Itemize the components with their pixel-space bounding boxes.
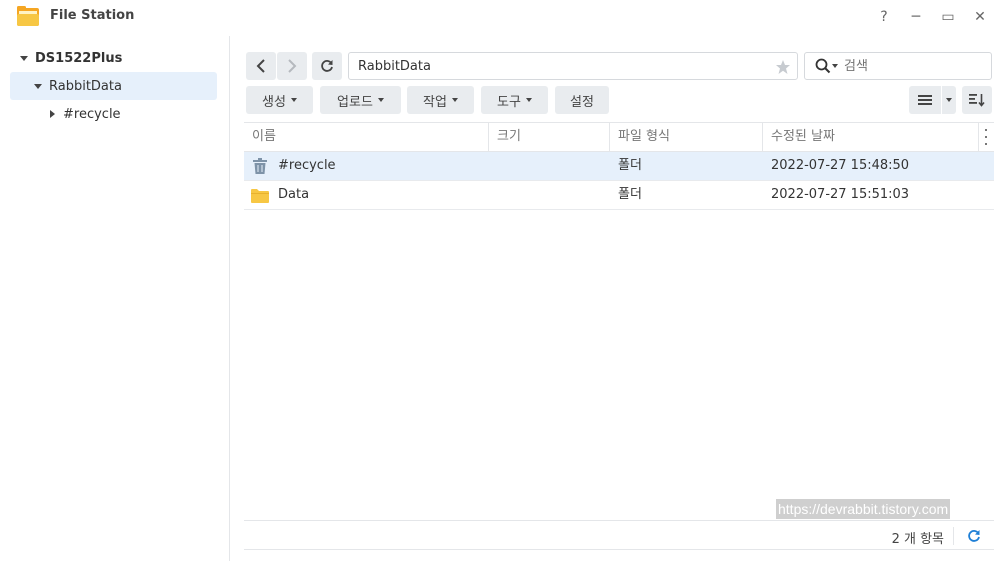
column-header-name[interactable]: 이름 [244, 123, 489, 151]
upload-label: 업로드 [337, 94, 373, 110]
app-title: File Station [50, 8, 135, 23]
status-bar: 2 개 항목 [244, 520, 994, 550]
search-input[interactable] [844, 58, 974, 74]
tools-label: 도구 [497, 94, 521, 110]
file-modified: 2022-07-27 15:48:50 [771, 158, 910, 173]
back-button[interactable] [246, 52, 276, 80]
item-count: 2 개 항목 [891, 532, 944, 547]
expand-arrow-icon[interactable] [20, 55, 28, 61]
path-text: RabbitData [358, 58, 431, 74]
file-name: Data [278, 187, 310, 202]
create-button[interactable]: 생성 [246, 86, 313, 114]
recycle-bin-icon [253, 158, 267, 174]
column-header-modified[interactable]: 수정된 날짜 [763, 123, 979, 151]
title-bar: File Station ? ─ ▭ ✕ [0, 0, 1008, 34]
chevron-right-icon [288, 59, 297, 73]
file-type: 폴더 [618, 158, 642, 173]
path-bar[interactable]: RabbitData [348, 52, 798, 80]
caret-down-icon [451, 98, 458, 102]
file-modified: 2022-07-27 15:51:03 [771, 187, 910, 202]
close-button[interactable]: ✕ [968, 6, 992, 28]
caret-down-icon [290, 98, 297, 102]
expand-arrow-icon[interactable] [34, 83, 42, 89]
caret-down-icon [377, 98, 384, 102]
caret-down-icon [946, 98, 952, 102]
refresh-button[interactable] [312, 52, 342, 80]
column-header-type[interactable]: 파일 형식 [610, 123, 763, 151]
search-icon[interactable] [815, 58, 831, 74]
file-name: #recycle [278, 158, 336, 173]
caret-down-icon [525, 98, 532, 102]
forward-button[interactable] [277, 52, 307, 80]
star-icon[interactable] [775, 59, 791, 75]
file-table-header: 이름 크기 파일 형식 수정된 날짜 [244, 122, 994, 152]
help-button[interactable]: ? [872, 6, 896, 28]
action-button[interactable]: 작업 [407, 86, 474, 114]
refresh-icon[interactable] [967, 529, 981, 543]
action-label: 작업 [423, 94, 447, 110]
file-type: 폴더 [618, 187, 642, 202]
minimize-button[interactable]: ─ [904, 6, 928, 28]
collapse-arrow-icon[interactable] [50, 110, 55, 118]
chevron-left-icon [256, 59, 265, 73]
search-box[interactable] [804, 52, 992, 80]
tree-item-label: #recycle [63, 106, 121, 122]
settings-button[interactable]: 설정 [555, 86, 609, 114]
column-header-size[interactable]: 크기 [489, 123, 610, 151]
sort-button[interactable] [962, 86, 992, 114]
divider [953, 527, 954, 545]
file-station-icon [17, 6, 39, 26]
table-row[interactable]: #recycle 폴더 2022-07-27 15:48:50 [244, 152, 994, 181]
list-view-icon [918, 95, 932, 105]
folder-icon [251, 189, 269, 203]
view-mode-dropdown[interactable] [942, 86, 956, 114]
maximize-button[interactable]: ▭ [936, 6, 960, 28]
refresh-icon [321, 60, 333, 72]
tree-root-label: DS1522Plus [35, 50, 123, 66]
settings-label: 설정 [570, 94, 594, 110]
tree-item-recycle[interactable]: #recycle [10, 100, 217, 128]
tree-item-rabbitdata[interactable]: RabbitData [10, 72, 217, 100]
sort-icon [969, 94, 985, 107]
watermark-text: https://devrabbit.tistory.com [776, 499, 951, 519]
create-label: 생성 [262, 94, 286, 110]
column-options-icon[interactable] [984, 129, 988, 145]
upload-button[interactable]: 업로드 [320, 86, 401, 114]
table-row[interactable]: Data 폴더 2022-07-27 15:51:03 [244, 181, 994, 210]
view-mode-button[interactable] [909, 86, 941, 114]
tree-root-ds1522plus[interactable]: DS1522Plus [10, 44, 217, 72]
tools-button[interactable]: 도구 [481, 86, 548, 114]
search-options-caret-icon[interactable] [832, 64, 838, 68]
sidebar: DS1522Plus RabbitData #recycle [0, 36, 230, 561]
tree-item-label: RabbitData [49, 78, 122, 94]
